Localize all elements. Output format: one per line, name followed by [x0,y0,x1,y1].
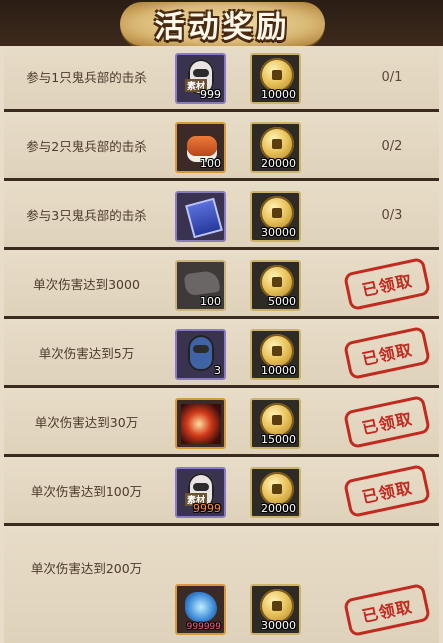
progress-count: 0/1 [381,70,403,85]
reward-item-slot[interactable]: 3 [175,329,226,380]
item-quantity: 999 [200,88,221,101]
reward-row: 单次伤害达到30万 15000 已领取 [4,391,439,457]
task-description: 单次伤害达到100万 [30,483,143,499]
fire-card-icon [181,404,221,444]
reward-item-slot[interactable]: 100 [175,260,226,311]
rock-icon [183,269,221,297]
title-banner: 活动奖励 [120,2,325,46]
claimed-stamp: 已领取 [342,463,432,519]
sushi-icon [187,136,217,156]
coin-quantity: 20000 [261,502,296,515]
reward-row: 单次伤害达到100万 素材 9999 20000 已领取 [4,460,439,526]
reward-row: 单次伤害达到5万 3 10000 已领取 [4,322,439,388]
coin-icon [260,58,294,92]
reward-coin-slot[interactable]: 30000 [250,191,301,242]
reward-panel: 活动奖励 参与1只鬼兵部的击杀 素材 999 10000 0/1 参与2只鬼兵部… [0,0,443,643]
claimed-stamp: 已领取 [342,394,432,450]
reward-item-slot[interactable] [175,398,226,449]
claimed-stamp: 已领取 [342,325,432,381]
blue-daruma-icon [188,335,214,371]
reward-coin-slot[interactable]: 10000 [250,53,301,104]
reward-item-slot[interactable]: 素材 999 [175,53,226,104]
coin-icon [260,472,294,506]
claimed-stamp: 已领取 [342,582,432,638]
scroll-icon [185,197,223,239]
item-quantity: 100 [200,295,221,308]
claimed-stamp: 已领取 [342,256,432,312]
reward-coin-slot[interactable]: 30000 [250,584,301,635]
coin-icon [260,265,294,299]
reward-coin-slot[interactable]: 10000 [250,329,301,380]
reward-row: 参与3只鬼兵部的击杀 30000 0/3 [4,184,439,250]
coin-quantity: 5000 [268,295,296,308]
crystal-icon [185,592,217,622]
item-quantity: 9999 [193,502,221,515]
task-description: 单次伤害达到30万 [34,414,139,430]
item-quantity: 100 [200,157,221,170]
task-description: 单次伤害达到200万 [30,561,143,576]
reward-coin-slot[interactable]: 5000 [250,260,301,311]
reward-item-slot[interactable] [175,191,226,242]
reward-item-slot[interactable]: 100 [175,122,226,173]
task-description: 参与3只鬼兵部的击杀 [26,207,147,223]
progress-count: 0/2 [381,139,403,154]
progress-count: 0/3 [381,208,403,223]
task-description: 单次伤害达到5万 [38,345,135,361]
coin-quantity: 20000 [261,157,296,170]
coin-quantity: 10000 [261,88,296,101]
reward-item-slot[interactable]: 素材 9999 [175,467,226,518]
coin-quantity: 30000 [261,226,296,239]
coin-icon [260,196,294,230]
reward-item-slot[interactable]: 999999 [175,584,226,635]
reward-row: 参与2只鬼兵部的击杀 100 20000 0/2 [4,115,439,181]
coin-icon [260,334,294,368]
task-description: 单次伤害达到3000 [33,276,140,292]
reward-coin-slot[interactable]: 15000 [250,398,301,449]
coin-quantity: 30000 [261,619,296,632]
reward-row: 单次伤害达到200万 999999 30000 已领取 [4,529,439,643]
reward-coin-slot[interactable]: 20000 [250,467,301,518]
coin-quantity: 15000 [261,433,296,446]
header-bar: 活动奖励 [0,0,443,46]
coin-icon [260,589,294,623]
page-title: 活动奖励 [154,10,291,45]
coin-quantity: 10000 [261,364,296,377]
reward-row: 单次伤害达到3000 100 5000 已领取 [4,253,439,319]
task-description: 参与1只鬼兵部的击杀 [26,69,147,85]
reward-coin-slot[interactable]: 20000 [250,122,301,173]
item-quantity: 999999 [186,622,221,632]
coin-icon [260,403,294,437]
task-description: 参与2只鬼兵部的击杀 [26,138,147,154]
coin-icon [260,127,294,161]
reward-row: 参与1只鬼兵部的击杀 素材 999 10000 0/1 [4,46,439,112]
item-quantity: 3 [214,364,221,377]
